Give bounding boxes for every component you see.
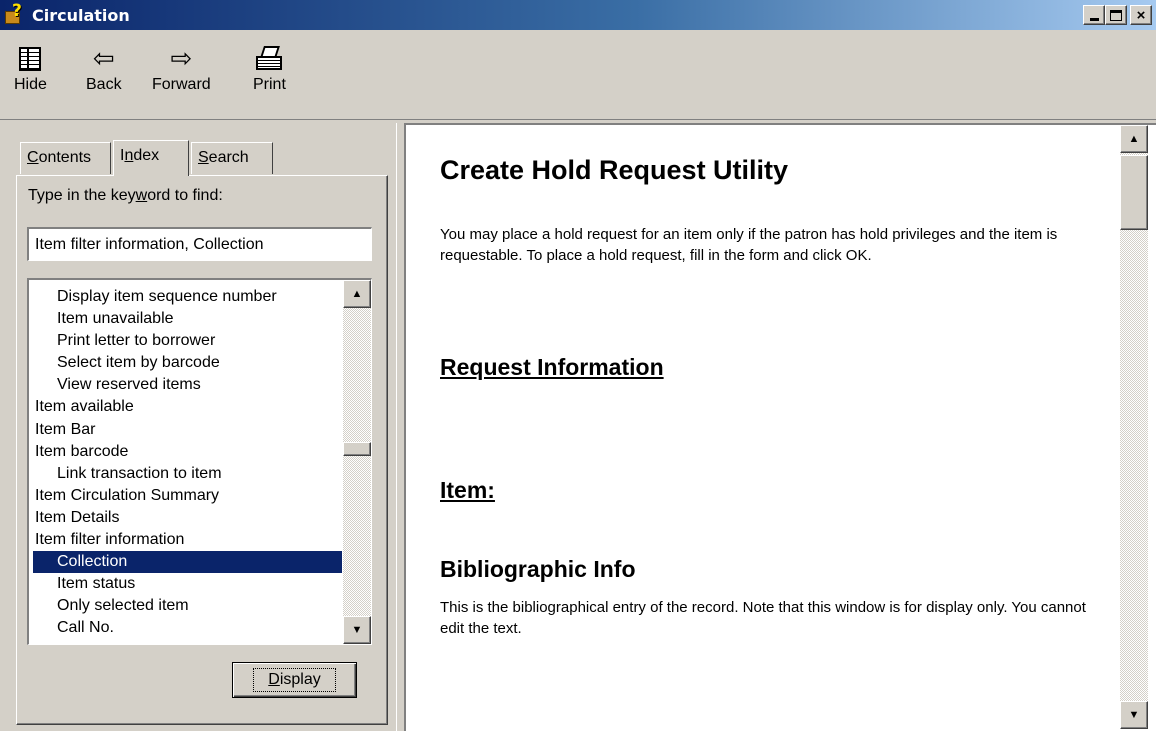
index-list-item[interactable]: Item barcode [33, 441, 342, 463]
tab-search[interactable]: Search [191, 142, 273, 174]
index-scrollbar[interactable]: ▲ ▼ [343, 280, 371, 644]
index-list-item[interactable]: Display item sequence number [33, 286, 342, 308]
minimize-button[interactable] [1083, 5, 1105, 25]
triangle-up-icon: ▲ [351, 288, 363, 300]
scroll-thumb[interactable] [343, 442, 371, 456]
topic-title: Create Hold Request Utility [440, 155, 789, 185]
index-list-item[interactable]: Select item by barcode [33, 352, 342, 374]
index-list-item[interactable]: Print letter to borrower [33, 330, 342, 352]
maximize-button[interactable] [1105, 5, 1127, 25]
index-list-item[interactable]: Item Bar [33, 419, 342, 441]
content-scroll-up-button[interactable]: ▲ [1120, 125, 1148, 153]
item-heading[interactable]: Item: [440, 477, 1090, 504]
index-list-item[interactable]: Only selected item [33, 595, 342, 617]
content-scroll-thumb[interactable] [1120, 155, 1148, 230]
print-label: Print [253, 76, 286, 93]
index-list-item[interactable]: Item Details [33, 507, 342, 529]
index-list-item[interactable]: Collection [33, 551, 342, 574]
print-button[interactable]: Print [253, 42, 286, 94]
index-list: Display item sequence number Item unavail… [33, 286, 342, 640]
triangle-down-icon: ▼ [1128, 709, 1140, 721]
index-list-box[interactable]: Display item sequence number Item unavail… [27, 278, 372, 645]
keyword-label: Type in the keyword to find: [28, 187, 223, 204]
content-scroll-down-button[interactable]: ▼ [1120, 701, 1148, 729]
topic-intro: You may place a hold request for an item… [440, 226, 1058, 264]
arrow-right-icon: ⇨ [170, 44, 193, 74]
bibliographic-info-heading: Bibliographic Info [440, 556, 636, 582]
request-information-heading[interactable]: Request Information [440, 354, 1090, 381]
hide-button[interactable]: Hide [14, 42, 47, 94]
printer-icon [254, 46, 284, 72]
scroll-down-button[interactable]: ▼ [343, 616, 371, 644]
display-button[interactable]: Display [232, 662, 357, 698]
arrow-left-icon: ⇦ [92, 44, 115, 74]
back-button[interactable]: ⇦ Back [86, 42, 122, 94]
title-bar[interactable]: ? Circulation × [0, 0, 1156, 30]
tab-contents[interactable]: Contents [20, 142, 111, 174]
index-list-item[interactable]: View reserved items [33, 374, 342, 396]
hide-label: Hide [14, 76, 47, 93]
triangle-up-icon: ▲ [1128, 133, 1140, 145]
content-scrollbar[interactable]: ▲ ▼ [1120, 125, 1148, 729]
toolbar: Hide ⇦ Back ⇨ Forward Print [0, 30, 1156, 120]
index-list-item[interactable]: Item status [33, 573, 342, 595]
index-list-item[interactable]: Call No. [33, 617, 342, 639]
index-list-item[interactable]: Item available [33, 396, 342, 418]
close-icon: × [1136, 6, 1146, 24]
close-button[interactable]: × [1130, 5, 1152, 25]
index-list-item[interactable]: Item filter information [33, 529, 342, 551]
window-controls: × [1083, 5, 1152, 25]
hide-pane-icon [19, 47, 42, 71]
back-label: Back [86, 76, 122, 93]
index-list-item[interactable]: Item Circulation Summary [33, 485, 342, 507]
index-list-item[interactable]: Item unavailable [33, 308, 342, 330]
maximize-icon [1110, 9, 1122, 21]
scroll-up-button[interactable]: ▲ [343, 280, 371, 308]
index-list-item[interactable]: Link transaction to item [33, 463, 342, 485]
forward-label: Forward [152, 76, 211, 93]
content-pane: Create Hold Request Utility You may plac… [404, 123, 1156, 731]
tab-index[interactable]: Index [113, 140, 189, 176]
forward-button[interactable]: ⇨ Forward [152, 42, 211, 94]
window-title: Circulation [32, 5, 130, 25]
topic-content: Create Hold Request Utility You may plac… [440, 155, 1090, 639]
keyword-input[interactable] [27, 227, 372, 261]
triangle-down-icon: ▼ [351, 624, 363, 636]
help-book-icon: ? [4, 1, 26, 26]
minimize-icon [1089, 17, 1099, 21]
bibliographic-info-text: This is the bibliographical entry of the… [440, 599, 1086, 637]
